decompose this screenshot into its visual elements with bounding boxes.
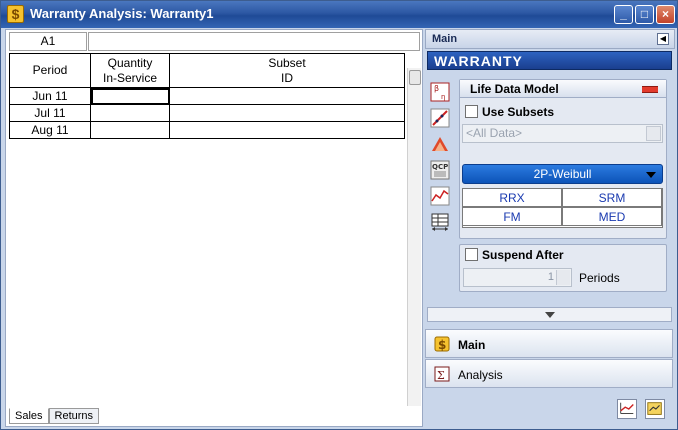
subset-select[interactable]: <All Data> [462,124,663,143]
option-srm[interactable]: SRM [562,188,662,207]
scrollbar-thumb[interactable] [409,70,421,85]
periods-label: Periods [579,271,620,285]
minimize-button[interactable]: _ [614,5,633,24]
grid-cell[interactable] [90,104,170,122]
panel-header: Main ◀ [425,29,675,49]
bottom-toolbar [425,391,673,425]
column-header-subset-id[interactable]: Subset ID [169,53,405,88]
row-label[interactable]: Jun 11 [9,87,91,105]
beta-icon[interactable]: βη [429,81,451,103]
triangle-icon[interactable] [429,133,451,155]
data-sheet-pane: A1 Period Quantity In-Service Subset ID Ju… [5,29,423,427]
tab-sales[interactable]: Sales [9,408,49,424]
row-label[interactable]: Aug 11 [9,121,91,139]
banner-label: WARRANTY [434,53,523,69]
chevron-down-icon [545,312,555,318]
collapse-bar[interactable] [427,307,672,322]
distribution-label: 2P-Weibull [533,167,592,181]
plot-icon[interactable] [617,399,637,419]
data-grid: Period Quantity In-Service Subset ID Jun 1… [9,53,406,139]
report-icon[interactable] [645,399,665,419]
warranty-banner: WARRANTY [427,51,672,70]
nav-main-label: Main [458,338,486,352]
tool-strip: βη QCP [427,79,455,249]
suspend-periods-stepper[interactable]: 1 [463,268,572,287]
option-med[interactable]: MED [562,207,662,226]
column-header-quantity[interactable]: Quantity In-Service [90,53,170,88]
table-arrows-icon[interactable] [429,211,451,233]
use-subsets-checkbox[interactable] [465,105,478,118]
svg-text:Σ: Σ [437,369,445,382]
life-data-model-header: Life Data Model [460,80,666,98]
svg-text:η: η [441,93,445,101]
chart-icon[interactable] [429,185,451,207]
option-fm[interactable]: FM [462,207,562,226]
cell-reference-box[interactable]: A1 [9,32,87,51]
analysis-icon: Σ [434,366,450,382]
table-row: Aug 11 [9,121,405,139]
table-row: Jul 11 [9,104,405,122]
use-subsets-label: Use Subsets [482,105,555,119]
suspend-periods-value: 1 [547,271,554,283]
panel-header-label: Main [432,33,458,45]
dropdown-arrow-icon [646,172,656,178]
collapse-left-icon[interactable]: ◀ [657,33,669,45]
dollar-icon: $ [434,336,450,352]
svg-text:β: β [434,84,439,93]
grid-cell[interactable] [169,87,405,105]
grid-cell[interactable] [169,104,405,122]
row-label[interactable]: Jul 11 [9,104,91,122]
grid-cell-selected[interactable] [90,87,170,105]
close-button[interactable]: × [656,5,675,24]
red-bar-icon [642,86,658,93]
distribution-select-button[interactable]: 2P-Weibull [462,164,663,184]
svg-text:$: $ [438,338,446,352]
nav-analysis[interactable]: Σ Analysis [425,359,673,388]
app-window: $ Warranty Analysis: Warranty1 _ □ × A1 … [0,0,678,430]
title-bar[interactable]: $ Warranty Analysis: Warranty1 _ □ × [1,1,677,28]
header-row: Period Quantity In-Service Subset ID [9,53,405,88]
subset-select-value: <All Data> [466,126,523,140]
control-panel: Main ◀ WARRANTY βη QCP Life Data Model U… [425,29,675,427]
stepper-arrows-icon[interactable] [556,270,570,285]
plot-line-icon[interactable] [429,107,451,129]
svg-text:QCP: QCP [432,163,448,171]
table-row: Jun 11 [9,87,405,105]
suspend-after-label: Suspend After [482,248,564,262]
option-rrx[interactable]: RRX [462,188,562,207]
suspend-after-checkbox[interactable] [465,248,478,261]
window-title: Warranty Analysis: Warranty1 [30,6,214,21]
suspend-after-group: Suspend After 1 Periods [459,244,667,292]
analysis-options-grid: RRX SRM FM MED [462,188,663,228]
nav-analysis-label: Analysis [458,368,503,382]
nav-main[interactable]: $ Main [425,329,673,358]
maximize-button[interactable]: □ [635,5,654,24]
life-data-model-group: Life Data Model Use Subsets <All Data> 2… [459,79,667,239]
dollar-app-icon: $ [7,5,24,23]
formula-input[interactable] [88,32,420,51]
grid-cell[interactable] [90,121,170,139]
column-header-period[interactable]: Period [9,53,91,88]
vertical-scrollbar[interactable] [407,68,421,406]
tab-returns[interactable]: Returns [48,408,100,424]
combo-dropdown-icon[interactable] [646,126,661,141]
qcp-icon[interactable]: QCP [429,159,451,181]
sheet-tabs: Sales Returns [9,408,100,425]
life-data-model-title: Life Data Model [470,82,559,96]
grid-cell[interactable] [169,121,405,139]
